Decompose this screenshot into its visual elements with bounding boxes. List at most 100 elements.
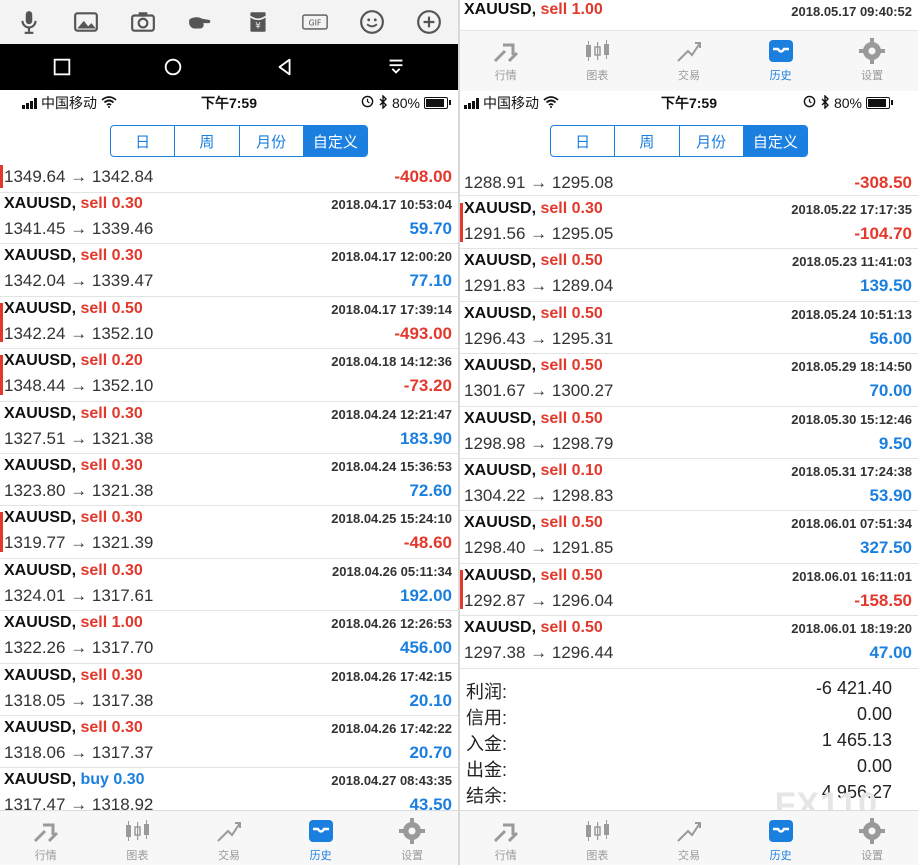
summary-row: 入金: 1 465.13 [460, 728, 918, 754]
segment-week[interactable]: 周 [175, 126, 240, 156]
tab-settings[interactable]: 设置 [366, 811, 458, 865]
list-item[interactable]: XAUUSD, sell 0.50 2018.05.29 18:14:50 1301… [460, 354, 918, 407]
back-icon[interactable] [268, 50, 302, 84]
profit-value: 192.00 [400, 585, 452, 605]
trade-volume: sell 0.10 [540, 461, 603, 479]
list-item[interactable]: XAUUSD, sell 0.30 2018.04.26 17:42:22 1318… [0, 716, 458, 769]
tab-quotes[interactable]: 行情 [0, 811, 92, 865]
tab-trade[interactable]: 交易 [643, 811, 735, 865]
trade-time: 2018.04.27 08:43:35 [331, 773, 452, 789]
symbol: XAUUSD, [4, 718, 77, 736]
list-item[interactable]: XAUUSD, sell 0.50 2018.04.17 17:39:14 1342… [0, 297, 458, 350]
list-item[interactable]: XAUUSD, sell 0.50 2018.05.24 10:51:13 1296… [460, 302, 918, 355]
list-item[interactable]: XAUUSD, sell 0.50 2018.06.01 07:51:34 1298… [460, 511, 918, 564]
segment-month[interactable]: 月份 [240, 126, 304, 156]
profit-value: 47.00 [869, 643, 912, 663]
list-item[interactable]: XAUUSD, sell 0.30 2018.04.24 12:21:47 1327… [0, 402, 458, 454]
gif-icon[interactable]: GIF [300, 7, 330, 37]
trade-time: 2018.05.17 09:40:52 [791, 4, 912, 19]
trade-volume: sell 0.30 [80, 718, 143, 736]
segment-custom[interactable]: 自定义 [303, 126, 367, 156]
price-range: 1298.40 → 1291.85 [464, 538, 614, 558]
profit-value: 183.90 [400, 428, 452, 448]
trade-volume: sell 1.00 [540, 1, 603, 18]
alarm-icon [803, 95, 816, 111]
summary-value: 0.00 [856, 704, 892, 724]
tab-history[interactable]: 历史 [735, 31, 827, 91]
right-screenshot: XAUUSD, sell 1.00 2018.05.17 09:40:52 行情… [460, 0, 918, 865]
list-item[interactable]: XAUUSD, sell 0.10 2018.05.31 17:24:38 1304… [460, 459, 918, 512]
symbol: XAUUSD, [4, 771, 77, 789]
status-bar: 中国移动 下午7:59 80% [0, 92, 458, 114]
plus-icon[interactable] [414, 7, 444, 37]
list-item[interactable]: XAUUSD, sell 0.30 2018.04.17 10:53:04 1341… [0, 192, 458, 245]
segment-custom[interactable]: 自定义 [743, 126, 807, 156]
profit-value: 56.00 [869, 328, 912, 348]
segment-day[interactable]: 日 [111, 126, 176, 156]
camera-icon[interactable] [128, 7, 158, 37]
trade-volume: sell 0.50 [540, 514, 603, 532]
price-range: 1301.67 → 1300.27 [464, 381, 614, 401]
emoji-icon[interactable] [357, 7, 387, 37]
svg-text:¥: ¥ [255, 22, 261, 32]
home-icon[interactable] [156, 50, 190, 84]
trade-time: 2018.05.30 15:12:46 [791, 411, 912, 427]
list-item[interactable]: XAUUSD, sell 0.30 2018.04.17 12:00:20 1342… [0, 244, 458, 297]
hide-keyboard-icon[interactable] [379, 50, 413, 84]
list-item[interactable]: XAUUSD, sell 0.30 2018.04.26 05:11:34 1324… [0, 559, 458, 612]
gear-icon [859, 818, 886, 844]
list-item[interactable]: XAUUSD, sell 0.50 2018.05.30 15:12:46 1298… [460, 407, 918, 459]
list-item[interactable]: XAUUSD, sell 0.30 2018.04.26 17:42:15 1318… [0, 664, 458, 716]
battery-percent: 80% [391, 95, 420, 111]
top-tab-bar: 行情 图表 交易 历史 设置 [460, 30, 918, 91]
microphone-icon[interactable] [14, 7, 44, 37]
tab-settings[interactable]: 设置 [826, 811, 918, 865]
segment-day[interactable]: 日 [551, 126, 616, 156]
tab-settings[interactable]: 设置 [826, 31, 918, 91]
segment-week[interactable]: 周 [615, 126, 680, 156]
tab-history[interactable]: 历史 [275, 811, 367, 865]
recent-apps-icon[interactable] [45, 50, 79, 84]
list-item[interactable]: XAUUSD, sell 0.30 2018.04.24 15:36:53 1323… [0, 454, 458, 507]
tab-chart[interactable]: 图表 [92, 811, 184, 865]
tab-history[interactable]: 历史 [735, 811, 827, 865]
price-range: 1296.43 → 1295.31 [464, 328, 614, 348]
list-item[interactable]: XAUUSD, sell 0.50 2018.06.01 16:11:01 1292… [460, 564, 918, 617]
list-item[interactable]: XAUUSD, sell 0.50 2018.06.01 18:19:20 1297… [460, 616, 918, 669]
bottom-tab-bar: 行情 图表 交易 历史 设置 [0, 810, 458, 865]
red-packet-icon[interactable]: ¥ [243, 7, 273, 37]
gear-icon [859, 38, 886, 64]
price-range: 1298.98 → 1298.79 [464, 433, 614, 453]
deal-history-list: XAUUSD, sell 0.30 2018.04.17 10:53:04 1341… [0, 192, 458, 821]
list-item[interactable]: 1349.64 → 1342.84 -408.00 [0, 163, 458, 193]
list-item[interactable]: XAUUSD, sell 0.30 2018.04.25 15:24:10 1319… [0, 506, 458, 559]
tab-chart[interactable]: 图表 [552, 811, 644, 865]
trade-time: 2018.04.26 05:11:34 [332, 563, 452, 579]
list-item[interactable]: XAUUSD, sell 0.50 2018.05.23 11:41:03 1291… [460, 249, 918, 302]
trade-time: 2018.04.17 12:00:20 [331, 249, 452, 265]
profit-value: 327.50 [860, 538, 912, 558]
tab-trade[interactable]: 交易 [643, 31, 735, 91]
candlestick-icon [126, 820, 150, 841]
list-item[interactable]: XAUUSD, sell 1.00 2018.04.26 12:26:53 1322… [0, 611, 458, 664]
tab-quotes[interactable]: 行情 [460, 31, 552, 91]
image-icon[interactable] [71, 7, 101, 37]
price-range: 1341.45 → 1339.46 [4, 219, 154, 238]
price-range: 1288.91 → 1295.08 [464, 173, 614, 192]
tab-chart[interactable]: 图表 [552, 31, 644, 91]
trade-volume: sell 0.50 [540, 252, 603, 270]
list-item[interactable]: XAUUSD, sell 0.20 2018.04.18 14:12:36 1348… [0, 349, 458, 402]
battery-icon [424, 97, 451, 109]
list-item[interactable]: XAUUSD, sell 0.30 2018.05.22 17:17:35 1291… [460, 197, 918, 250]
list-item[interactable]: XAUUSD, sell 1.00 2018.05.17 09:40:52 [460, 0, 918, 30]
alarm-icon [361, 95, 374, 111]
tab-trade[interactable]: 交易 [183, 811, 275, 865]
profit-value: -73.20 [403, 376, 452, 396]
status-bar: 中国移动 下午7:59 80% [460, 92, 918, 114]
tab-quotes[interactable]: 行情 [460, 811, 552, 865]
list-item[interactable]: 1288.91 → 1295.08 -308.50 [460, 163, 918, 196]
hand-icon[interactable] [185, 7, 215, 37]
segment-month[interactable]: 月份 [680, 126, 744, 156]
summary-label: 结余: [466, 786, 508, 806]
trade-volume: sell 0.30 [80, 456, 143, 474]
